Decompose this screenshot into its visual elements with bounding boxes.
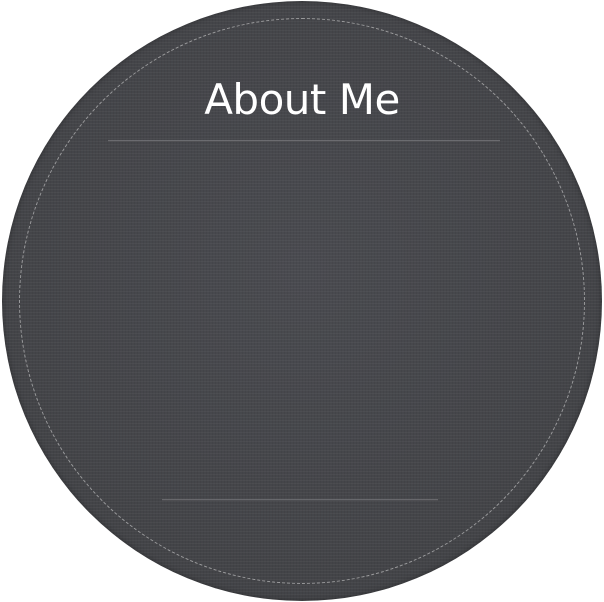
bottom-divider xyxy=(162,499,438,501)
title-divider xyxy=(108,140,500,142)
about-me-badge: About Me xyxy=(2,1,602,601)
about-me-page: About Me xyxy=(0,0,604,602)
page-title: About Me xyxy=(204,75,400,124)
about-content-area xyxy=(112,151,496,491)
